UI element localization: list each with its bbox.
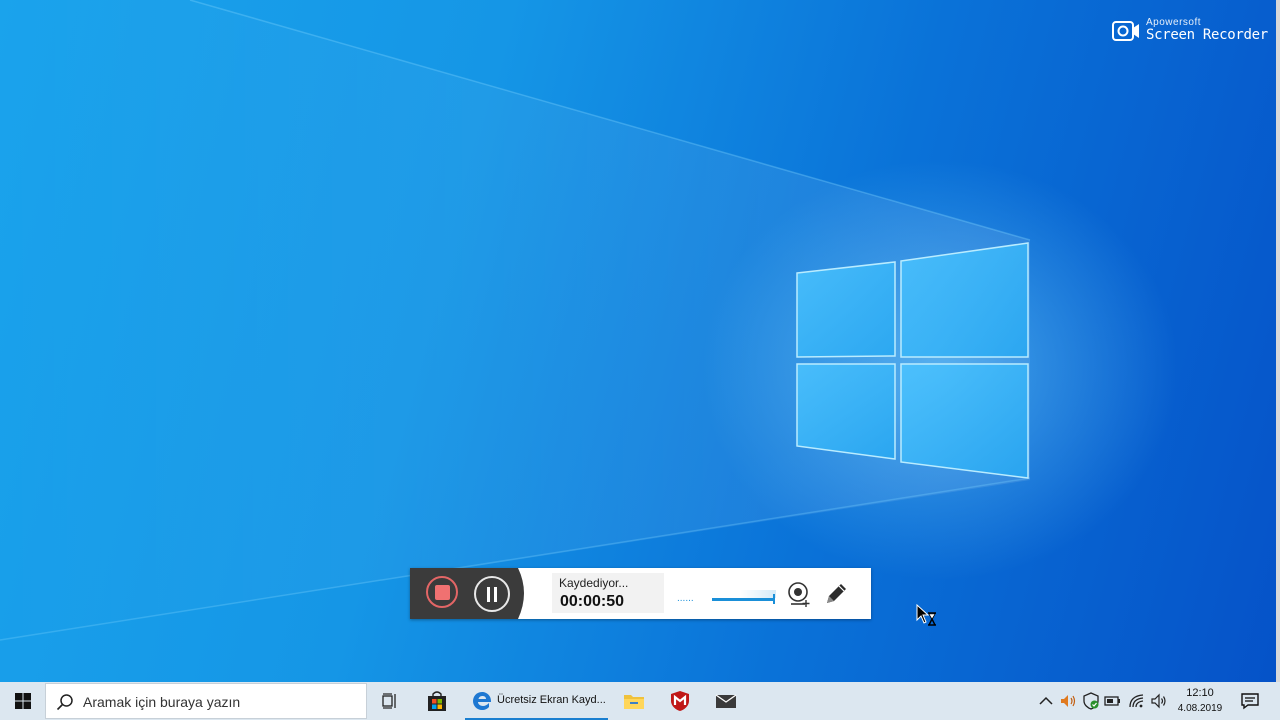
taskbar: Aramak için buraya yazın Ücretsiz Ekran … xyxy=(0,682,1280,720)
stop-icon xyxy=(434,584,450,600)
clock-time: 12:10 xyxy=(1186,687,1214,699)
pause-recording-button[interactable] xyxy=(474,576,510,612)
search-placeholder: Aramak için buraya yazın xyxy=(83,694,241,710)
clock-date: 4.08.2019 xyxy=(1177,703,1223,714)
notification-icon[interactable] xyxy=(1240,692,1260,710)
volume-slider-handle[interactable] xyxy=(773,594,775,604)
taskbar-clock[interactable]: 12:10 4.08.2019 xyxy=(1172,685,1228,719)
camera-logo-icon xyxy=(1112,21,1139,41)
apowersoft-watermark: Apowersoft Screen Recorder xyxy=(1112,17,1272,47)
store-icon xyxy=(428,691,446,711)
windows-logo-icon xyxy=(14,693,31,709)
pause-icon xyxy=(487,586,490,602)
folder-icon xyxy=(624,695,644,709)
chevron-up-icon[interactable] xyxy=(1037,692,1055,710)
mcafee-icon xyxy=(671,691,689,711)
taskbar-search-box[interactable]: Aramak için buraya yazın xyxy=(45,683,367,719)
volume-slider[interactable] xyxy=(712,598,774,601)
busy-cursor-icon xyxy=(916,604,936,626)
start-button[interactable] xyxy=(0,682,45,720)
wifi-icon[interactable] xyxy=(1128,692,1146,710)
scrollbar-strip xyxy=(1276,0,1280,682)
task-view-icon xyxy=(382,693,396,709)
desktop: Apowersoft Screen Recorder Kaydediyor...… xyxy=(0,0,1280,682)
mcafee-button[interactable] xyxy=(657,682,703,720)
battery-icon[interactable] xyxy=(1104,692,1122,710)
audio-level-dots: ...... xyxy=(677,593,694,604)
recording-status-label: Kaydediyor... xyxy=(559,576,629,590)
edge-taskbar-label: Ücretsiz Ekran Kayd... xyxy=(497,694,606,706)
edge-taskbar-item[interactable]: Ücretsiz Ekran Kayd... xyxy=(465,682,608,720)
edge-icon xyxy=(473,692,492,710)
stop-recording-button[interactable] xyxy=(426,576,458,608)
search-icon xyxy=(56,694,73,711)
recording-status: Kaydediyor... 00:00:50 xyxy=(552,573,664,613)
shield-icon[interactable] xyxy=(1082,692,1100,710)
volume-icon[interactable] xyxy=(1150,692,1168,710)
mail-button[interactable] xyxy=(703,682,749,720)
mail-icon xyxy=(715,694,737,708)
speaker-icon[interactable] xyxy=(1059,692,1077,710)
recorder-toolbar: Kaydediyor... 00:00:50 ...... xyxy=(410,568,871,619)
file-explorer-button[interactable] xyxy=(611,682,657,720)
annotate-pen-icon[interactable] xyxy=(823,581,849,607)
store-button[interactable] xyxy=(414,682,460,720)
watermark-product: Screen Recorder xyxy=(1146,27,1268,43)
recording-timer: 00:00:50 xyxy=(560,593,625,610)
task-view-button[interactable] xyxy=(367,682,413,720)
webcam-icon[interactable] xyxy=(786,580,812,608)
